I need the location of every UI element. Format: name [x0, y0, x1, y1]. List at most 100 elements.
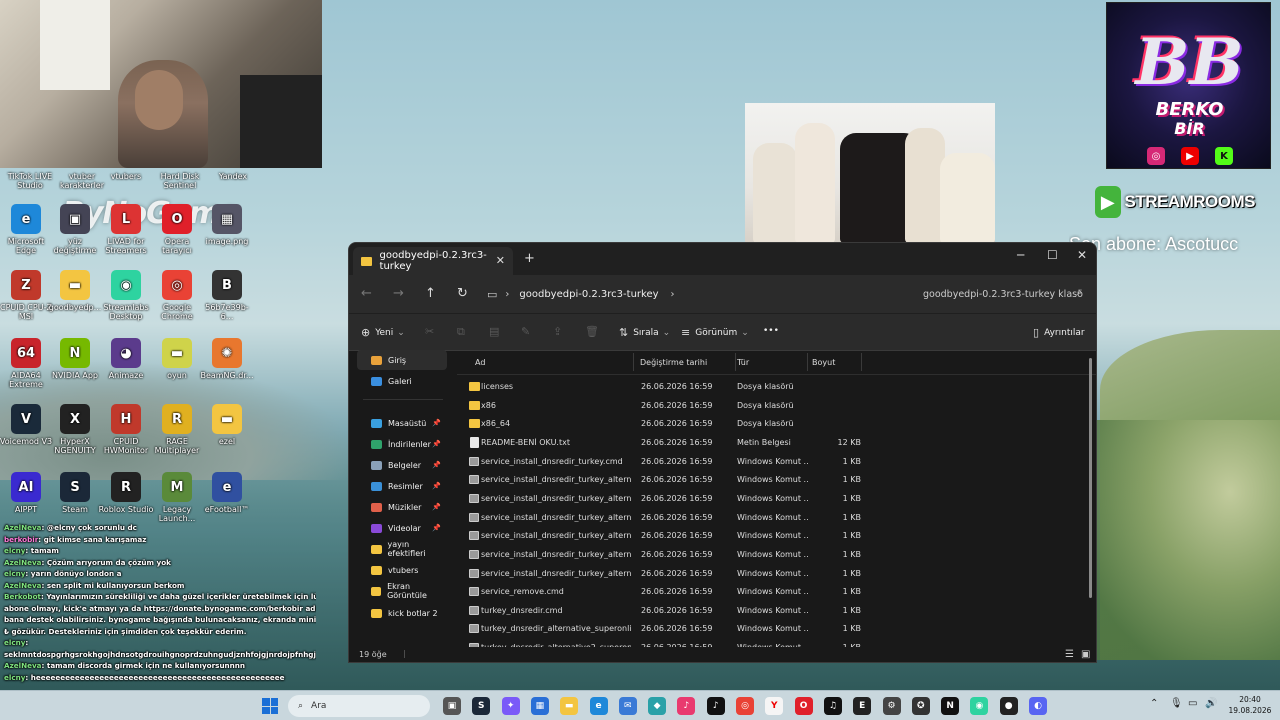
epic-icon[interactable]: E [853, 697, 872, 715]
shield-icon[interactable]: ✪ [911, 697, 930, 715]
desktop-icon[interactable]: ▬ ezel [199, 404, 255, 446]
netflix-icon[interactable]: N [941, 697, 960, 715]
details-button[interactable]: ▯ Ayrıntılar [1033, 326, 1085, 339]
sidebar-item[interactable]: Giriş [357, 350, 447, 370]
sidebar-item[interactable]: Belgeler 📌 [357, 455, 447, 475]
chrome-icon[interactable]: ◎ [736, 697, 754, 715]
more-button[interactable]: ••• [763, 326, 779, 336]
close-button[interactable]: ✕ [1077, 248, 1087, 262]
desktop-icon[interactable]: O Opera tarayıcı [149, 204, 205, 255]
store-icon[interactable]: ▦ [530, 697, 549, 715]
sidebar-item[interactable]: Galeri [357, 371, 447, 391]
task-view-icon[interactable]: ▣ [443, 697, 461, 715]
desktop-icon[interactable]: AI AIPPT [0, 472, 54, 514]
desktop-icon[interactable]: ▣ yüz değiştirme [47, 204, 103, 255]
desktop-icon[interactable]: ◎ Google Chrome [149, 270, 205, 321]
rename-icon[interactable]: ✎ [521, 325, 530, 338]
refresh-icon[interactable]: ↻ [457, 286, 468, 301]
sidebar-item[interactable]: Müzikler 📌 [357, 497, 447, 517]
file-row[interactable]: README-BENİ OKU.txt 26.06.2026 16:59 Metin… [457, 434, 1077, 453]
file-row[interactable]: service_install_dnsredir_turkey_alternat… [457, 490, 1077, 509]
opera-icon[interactable]: O [794, 697, 813, 715]
forward-icon[interactable]: → [393, 286, 404, 301]
desktop-icon[interactable]: X HyperX NGENUITY [47, 404, 103, 455]
share-icon[interactable]: ⇪ [553, 325, 562, 338]
file-row[interactable]: turkey_dnsredir_alternative_superonline.… [457, 620, 1077, 639]
chevron-up-icon[interactable]: ⌃ [1150, 698, 1158, 709]
address-bar[interactable]: ▭ › goodbyedpi-0.2.3rc3-turkey › [487, 281, 909, 307]
desktop-icon[interactable]: 64 AIDA64 Extreme [0, 338, 54, 389]
clock[interactable]: 20:40 19.08.2026 [1222, 694, 1278, 716]
desktop-icon[interactable]: ◕ Animaze [98, 338, 154, 380]
microphone-icon[interactable]: 🎙 [1170, 698, 1183, 709]
desktop-icon-label[interactable]: Hard Disk Sentinel [152, 172, 208, 190]
file-row[interactable]: service_install_dnsredir_turkey.cmd 26.06… [457, 453, 1077, 472]
file-row[interactable]: x86 26.06.2026 16:59 Dosya klasörü [457, 397, 1077, 416]
sidebar-item[interactable]: Videolar 📌 [357, 518, 447, 538]
desktop-icon-label[interactable]: Yandex [205, 172, 261, 181]
column-size[interactable]: Boyut [812, 358, 835, 367]
back-icon[interactable]: ← [361, 286, 372, 301]
desktop-icon[interactable]: ◉ Streamlabs Desktop [98, 270, 154, 321]
paste-icon[interactable]: ▤ [489, 325, 499, 338]
cut-icon[interactable]: ✂ [425, 325, 434, 338]
view-button[interactable]: ≡ Görünüm ⌄ [681, 326, 749, 339]
sidebar-item[interactable]: yayın efektifleri [357, 539, 447, 559]
up-icon[interactable]: ↑ [425, 286, 436, 301]
streamlabs-icon[interactable]: ◉ [970, 697, 989, 715]
scrollbar[interactable] [1089, 358, 1092, 598]
music-icon[interactable]: ♫ [823, 697, 842, 715]
desktop-icon[interactable]: e Microsoft Edge [0, 204, 54, 255]
obs-icon[interactable]: ● [999, 697, 1018, 715]
sort-button[interactable]: ⇅ Sırala ⌄ [619, 326, 670, 339]
tiktok-icon[interactable]: ♪ [706, 697, 725, 715]
file-row[interactable]: service_install_dnsredir_turkey_alternat… [457, 546, 1077, 565]
file-row[interactable]: service_install_dnsredir_turkey_alternat… [457, 565, 1077, 584]
mail-icon[interactable]: ✉ [618, 697, 637, 715]
desktop-icon[interactable]: H CPUID HWMonitor [98, 404, 154, 455]
new-tab-button[interactable]: + [524, 251, 535, 266]
column-type[interactable]: Tür [737, 358, 749, 367]
sidebar-item[interactable]: Ekran Görüntüle [357, 581, 447, 601]
file-row[interactable]: service_install_dnsredir_turkey_alternat… [457, 471, 1077, 490]
sidebar-item[interactable]: Resimler 📌 [357, 476, 447, 496]
desktop-icon[interactable]: B 56b7e39b-6... [199, 270, 255, 321]
volume-icon[interactable]: 🔊 [1205, 698, 1217, 709]
desktop-icon-label[interactable]: vtubers [98, 172, 154, 181]
file-row[interactable]: service_install_dnsredir_turkey_alternat… [457, 509, 1077, 528]
desktop-icon-label[interactable]: TikTok LIVE Studio [2, 172, 58, 190]
sidebar-item[interactable]: Masaüstü 📌 [357, 413, 447, 433]
file-row[interactable]: x86_64 26.06.2026 16:59 Dosya klasörü [457, 415, 1077, 434]
steam-icon[interactable]: S [472, 697, 491, 715]
discord-icon[interactable]: ◐ [1029, 697, 1047, 715]
file-row[interactable]: licenses 26.06.2026 16:59 Dosya klasörü [457, 378, 1077, 397]
file-row[interactable]: service_remove.cmd 26.06.2026 16:59 Window… [457, 583, 1077, 602]
desktop-icon[interactable]: ▬ goodbyedp... [47, 270, 103, 312]
file-row[interactable]: service_install_dnsredir_turkey_alternat… [457, 527, 1077, 546]
sidebar-item[interactable]: vtubers [357, 560, 447, 580]
new-button[interactable]: ⊕ Yeni ⌄ [361, 326, 405, 339]
tiles-view-icon[interactable]: ▣ [1081, 649, 1090, 660]
settings-icon[interactable]: ⚙ [882, 697, 901, 715]
search-input[interactable]: goodbyedpi-0.2.3rc3-turkey klasö ⌕ [915, 281, 1090, 307]
close-tab-icon[interactable]: ✕ [496, 254, 505, 267]
network-icon[interactable]: ▭ [1188, 698, 1197, 709]
edge-icon[interactable]: e [589, 697, 608, 715]
desktop-icon[interactable]: R RAGE Multiplayer [149, 404, 205, 455]
desktop-icon[interactable]: ▬ oyun [149, 338, 205, 380]
file-row[interactable]: turkey_dnsredir.cmd 26.06.2026 16:59 Windo… [457, 602, 1077, 621]
start-button[interactable] [262, 698, 278, 714]
sidebar-item[interactable]: İndirilenler 📌 [357, 434, 447, 454]
maximize-button[interactable]: ☐ [1047, 248, 1058, 262]
copilot-icon[interactable]: ✦ [501, 697, 520, 715]
desktop-icon[interactable]: N NVIDIA App [47, 338, 103, 380]
tiktok-live-icon[interactable]: ♪ [677, 697, 696, 715]
desktop-icon[interactable]: V Voicemod V3 [0, 404, 54, 446]
delete-icon[interactable]: 🗑 [585, 325, 599, 338]
yandex-icon[interactable]: Y [765, 697, 784, 715]
column-name[interactable]: Ad [475, 358, 485, 367]
desktop-icon[interactable]: M Legacy Launch... [149, 472, 205, 523]
details-view-icon[interactable]: ☰ [1065, 649, 1074, 660]
copy-icon[interactable]: ⧉ [457, 325, 465, 339]
desktop-icon[interactable]: ▦ image.png [199, 204, 255, 246]
